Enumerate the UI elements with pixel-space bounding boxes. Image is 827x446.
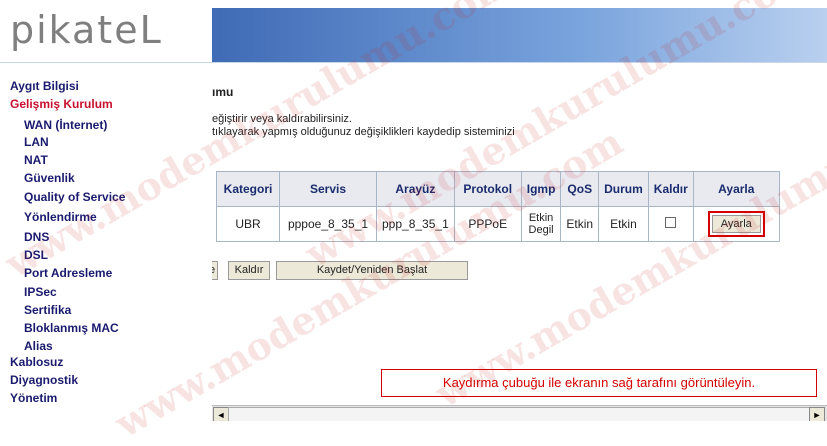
igmp-line-2: Degil	[528, 224, 554, 236]
cell-ayarla: Ayarla	[692, 206, 780, 242]
column-header: Kaldır	[647, 171, 694, 207]
sidebar-item-dsl[interactable]: DSL	[24, 248, 48, 262]
igmp-line-1: Etkin	[528, 212, 554, 224]
sidebar-item-bloklanmis-mac[interactable]: Bloklanmış MAC	[24, 321, 119, 335]
sidebar-item-yonlendirme[interactable]: Yönlendirme	[24, 210, 97, 224]
table-header-row: Kategori Servis Arayüz Protokol Igmp QoS…	[216, 171, 780, 207]
header-banner	[212, 8, 827, 62]
scroll-hint-note: Kaydırma çubuğu ile ekranın sağ tarafını…	[381, 369, 817, 397]
bottom-strip	[0, 421, 827, 428]
sidebar-item-lan[interactable]: LAN	[24, 135, 49, 149]
remove-checkbox[interactable]	[665, 217, 677, 228]
sidebar-item-aygit-bilgisi[interactable]: Aygıt Bilgisi	[10, 79, 79, 93]
sidebar-item-alias[interactable]: Alias	[24, 339, 53, 353]
column-header: Durum	[598, 171, 649, 207]
kaydet-yeniden-baslat-button[interactable]: Kaydet/Yeniden Başlat	[276, 261, 468, 280]
description-line-1: eğiştirir veya kaldırabilirsiniz.	[212, 113, 352, 125]
cell-durum: Etkin	[598, 206, 649, 242]
horizontal-scrollbar[interactable]: ◄ ►	[212, 405, 827, 423]
page-title: ımu	[212, 85, 234, 99]
sidebar-item-wan[interactable]: WAN (İnternet)	[24, 118, 107, 132]
column-header: Servis	[279, 171, 377, 207]
sidebar-item-yonetim[interactable]: Yönetim	[10, 391, 57, 405]
sidebar-item-port-adresleme[interactable]: Port Adresleme	[24, 266, 112, 280]
scroll-hint-text: Kaydırma çubuğu ile ekranın sağ tarafını…	[442, 375, 756, 390]
sidebar-item-sertifika[interactable]: Sertifika	[24, 303, 71, 317]
column-header: QoS	[560, 171, 600, 207]
table-row: UBR pppoe_8_35_1 ppp_8_35_1 PPPoE Etkin …	[216, 206, 780, 242]
cell-igmp: Etkin Degil	[520, 206, 562, 242]
sidebar-item-nat[interactable]: NAT	[24, 153, 48, 167]
cell-protokol: PPPoE	[453, 206, 522, 242]
column-header: Ayarla	[692, 171, 780, 207]
sidebar: Aygıt Bilgisi Gelişmiş Kurulum WAN (İnte…	[0, 63, 212, 428]
sidebar-item-qos[interactable]: Quality of Service	[24, 190, 125, 204]
highlight-box: Ayarla	[707, 211, 765, 237]
sidebar-item-dns[interactable]: DNS	[24, 230, 49, 244]
ayarla-button[interactable]: Ayarla	[711, 215, 761, 233]
sidebar-item-ipsec[interactable]: IPSec	[24, 285, 57, 299]
column-header: Igmp	[520, 171, 562, 207]
cell-arayuz: ppp_8_35_1	[376, 206, 455, 242]
cell-kaldir	[647, 206, 694, 242]
wan-service-table: Kategori Servis Arayüz Protokol Igmp QoS…	[216, 171, 780, 242]
kaldir-button[interactable]: Kaldır	[228, 261, 270, 280]
sidebar-item-gelismis-kurulum[interactable]: Gelişmiş Kurulum	[10, 97, 113, 111]
main-content: ımu eğiştirir veya kaldırabilirsiniz. tı…	[212, 63, 827, 405]
partial-button[interactable]: e	[212, 261, 218, 280]
description-line-2: tıklayarak yapmış olduğunuz değişiklikle…	[212, 126, 515, 138]
logo: pikateL	[10, 8, 163, 52]
cell-servis: pppoe_8_35_1	[279, 206, 377, 242]
column-header: Arayüz	[376, 171, 455, 207]
logo-area: pikateL	[0, 0, 212, 62]
column-header: Protokol	[453, 171, 522, 207]
column-header: Kategori	[216, 171, 280, 207]
sidebar-item-guvenlik[interactable]: Güvenlik	[24, 171, 75, 185]
sidebar-item-diyagnostik[interactable]: Diyagnostik	[10, 373, 78, 387]
cell-qos: Etkin	[560, 206, 600, 242]
sidebar-item-kablosuz[interactable]: Kablosuz	[10, 355, 63, 369]
cell-kategori: UBR	[216, 206, 280, 242]
